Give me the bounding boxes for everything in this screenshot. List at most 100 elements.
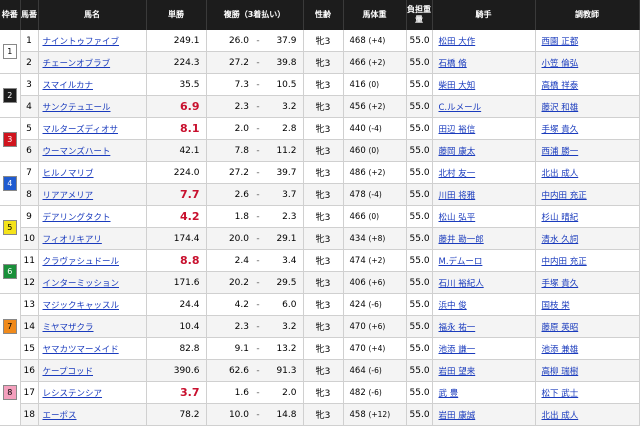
waku-badge: 8: [2, 385, 17, 400]
weight-change: (+2): [368, 167, 386, 177]
trainer-link[interactable]: 手塚 貴久: [542, 125, 579, 135]
horse-weight: 416: [349, 79, 366, 90]
jockey-link[interactable]: 松田 大作: [439, 37, 476, 47]
horse-name-link[interactable]: ナイントゥファイブ: [43, 37, 120, 47]
horse-name-link[interactable]: ミヤマザクラ: [43, 323, 94, 333]
horse-name-cell: マジックキャッスル: [38, 293, 147, 316]
trainer-link[interactable]: 池添 兼雄: [542, 345, 579, 355]
table-body: 1 1 ナイントゥファイブ 249.1 26.0-37.9 牝3 468 (+4) 55.0 松…: [0, 30, 640, 426]
jockey-link[interactable]: 川田 将雅: [439, 191, 476, 201]
horse-weight-cell: 466 (0): [343, 205, 407, 228]
trainer-cell: 中内田 充正: [535, 249, 640, 272]
trainer-link[interactable]: 小笠 倫弘: [542, 59, 579, 69]
jockey-link[interactable]: 武 豊: [439, 389, 459, 399]
horse-number: 16: [20, 359, 39, 382]
horse-name-cell: ヤマカツマーメイド: [38, 337, 147, 360]
jockey-link[interactable]: 田辺 裕信: [439, 125, 476, 135]
jockey-link[interactable]: 松山 弘平: [439, 213, 476, 223]
header-place: 複勝（3着払い）: [206, 0, 304, 30]
burden-weight: 55.0: [406, 315, 433, 338]
trainer-link[interactable]: 高柳 瑞樹: [542, 367, 579, 377]
trainer-link[interactable]: 西園 正都: [542, 37, 579, 47]
horse-name-cell: リアアメリア: [38, 183, 147, 206]
trainer-link[interactable]: 手塚 貴久: [542, 279, 579, 289]
trainer-link[interactable]: 北出 成人: [542, 169, 579, 179]
horse-name-link[interactable]: チェーンオブラブ: [43, 59, 111, 69]
horse-name-link[interactable]: サンクテュエール: [43, 103, 111, 113]
jockey-link[interactable]: M.デムーロ: [439, 257, 483, 267]
horse-name-link[interactable]: ヒルノマリブ: [43, 169, 94, 179]
jockey-link[interactable]: 岩田 康誠: [439, 411, 476, 421]
jockey-link[interactable]: 藤岡 康太: [439, 147, 476, 157]
horse-name-link[interactable]: マルターズディオサ: [43, 125, 118, 135]
jockey-link[interactable]: 石橋 脩: [439, 59, 467, 69]
jockey-cell: 浜中 俊: [432, 293, 536, 316]
trainer-link[interactable]: 中内田 充正: [542, 191, 587, 201]
table-row: 6 11 クラヴァシュドール 8.8 2.4-3.4 牝3 474 (+2) 55.0 M.デム…: [0, 249, 640, 294]
horse-name-link[interactable]: デアリングタクト: [43, 213, 111, 223]
sex-age: 牝3: [303, 227, 344, 250]
win-odds: 249.1: [146, 30, 207, 52]
trainer-link[interactable]: 高橋 祥泰: [542, 81, 579, 91]
horse-name-link[interactable]: クラヴァシュドール: [43, 257, 120, 267]
horse-name-link[interactable]: マジックキャッスル: [43, 301, 120, 311]
jockey-link[interactable]: 池添 謙一: [439, 345, 476, 355]
trainer-link[interactable]: 中内田 充正: [542, 257, 587, 267]
place-odds-separator: -: [253, 139, 263, 162]
horse-weight-cell: 466 (+2): [343, 51, 407, 74]
trainer-link[interactable]: 西浦 勝一: [542, 147, 579, 157]
trainer-link[interactable]: 藤原 英昭: [542, 323, 579, 333]
place-odds-high: 29.5: [263, 271, 304, 294]
place-odds-low: 2.3: [206, 95, 253, 118]
weight-change: (-4): [368, 189, 382, 199]
trainer-link[interactable]: 国枝 栄: [542, 301, 570, 311]
win-odds: 7.7: [146, 183, 207, 206]
horse-name-link[interactable]: リアアメリア: [43, 191, 94, 201]
place-odds-high: 91.3: [263, 359, 304, 382]
place-odds-low: 62.6: [206, 359, 253, 382]
jockey-link[interactable]: 石川 裕紀人: [439, 279, 484, 289]
trainer-link[interactable]: 藤沢 和雄: [542, 103, 579, 113]
horse-name-link[interactable]: フィオリキアリ: [43, 235, 102, 245]
trainer-link[interactable]: 清水 久詞: [542, 235, 579, 245]
trainer-cell: 藤沢 和雄: [535, 95, 640, 118]
trainer-link[interactable]: 杉山 晴紀: [542, 213, 579, 223]
horse-weight-cell: 460 (0): [343, 139, 407, 162]
jockey-link[interactable]: 藤井 勘一郎: [439, 235, 484, 245]
horse-name-link[interactable]: ヤマカツマーメイド: [43, 345, 119, 355]
place-odds-low: 2.6: [206, 183, 253, 206]
waku-cell: 6: [0, 249, 21, 294]
trainer-cell: 藤原 英昭: [535, 315, 640, 338]
jockey-link[interactable]: 福永 祐一: [439, 323, 476, 333]
horse-name-link[interactable]: ウーマンズハート: [43, 147, 111, 157]
place-odds-high: 14.8: [263, 403, 304, 426]
place-odds-high: 3.2: [263, 315, 304, 338]
jockey-link[interactable]: 柴田 大知: [439, 81, 476, 91]
horse-name-cell: フィオリキアリ: [38, 227, 147, 250]
horse-weight-cell: 470 (+6): [343, 315, 407, 338]
jockey-link[interactable]: 浜中 俊: [439, 301, 467, 311]
place-odds-separator: -: [253, 51, 263, 74]
trainer-link[interactable]: 北出 成人: [542, 411, 579, 421]
jockey-link[interactable]: 岩田 望来: [439, 367, 476, 377]
jockey-cell: 北村 友一: [432, 161, 536, 184]
horse-name-link[interactable]: エーポス: [43, 411, 77, 421]
horse-name-link[interactable]: インターミッション: [43, 279, 120, 289]
table-row: 5 9 デアリングタクト 4.2 1.8-2.3 牝3 466 (0) 55.0 松山 弘平 杉山…: [0, 205, 640, 250]
table-row: 8 リアアメリア 7.7 2.6-3.7 牝3 478 (-4) 55.0 川田 将雅 中内田 …: [0, 183, 640, 206]
burden-weight: 55.0: [406, 403, 433, 426]
horse-name-link[interactable]: スマイルカナ: [43, 81, 94, 91]
jockey-cell: 石橋 脩: [432, 51, 536, 74]
sex-age: 牝3: [303, 359, 344, 382]
place-odds-separator: -: [253, 117, 263, 140]
place-odds-separator: -: [253, 337, 263, 360]
horse-name-link[interactable]: ケープコッド: [43, 367, 94, 377]
burden-weight: 55.0: [406, 293, 433, 316]
trainer-link[interactable]: 松下 武士: [542, 389, 579, 399]
jockey-link[interactable]: C.ルメール: [439, 103, 482, 113]
horse-name-link[interactable]: レシステンシア: [43, 389, 103, 399]
horse-weight: 486: [349, 167, 366, 178]
waku-cell: 1: [0, 30, 21, 74]
jockey-link[interactable]: 北村 友一: [439, 169, 476, 179]
trainer-cell: 高橋 祥泰: [535, 73, 640, 96]
